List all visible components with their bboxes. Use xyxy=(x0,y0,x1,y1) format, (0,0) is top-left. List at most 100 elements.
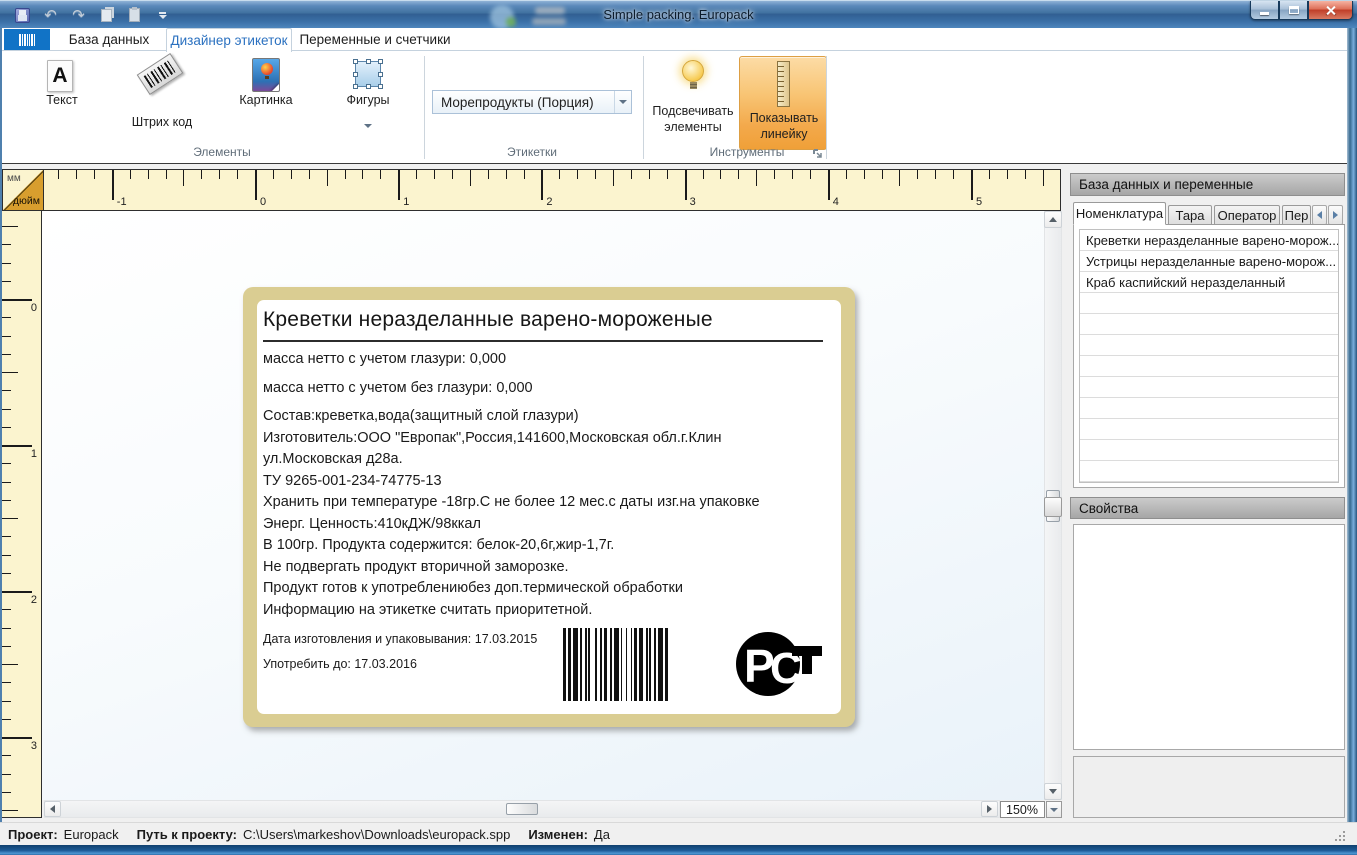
horizontal-ruler: -1012345 xyxy=(44,169,1061,211)
close-icon xyxy=(1325,5,1336,16)
status-bar: Проект: Europack Путь к проекту: C:\User… xyxy=(0,822,1357,845)
tab-database[interactable]: База данных xyxy=(55,28,163,51)
properties-panel xyxy=(1073,524,1345,750)
label-body-text[interactable]: Состав:креветка,вода(защитный слой глазу… xyxy=(263,406,760,621)
properties-header: Свойства xyxy=(1070,497,1345,519)
rst-certification-logo[interactable]: Р С xyxy=(735,630,825,698)
label-template-value: Морепродукты (Порция) xyxy=(433,95,614,110)
text-element-icon: A xyxy=(47,60,73,92)
unit-inch-label: дюйм xyxy=(13,195,40,207)
expiry-date-line[interactable]: Употребить до: 17.03.2016 xyxy=(263,657,417,671)
list-item-empty[interactable] xyxy=(1080,356,1338,377)
arrow-down-icon xyxy=(1049,789,1057,794)
list-item-empty[interactable] xyxy=(1080,335,1338,356)
net-weight-no-glaze-line[interactable]: масса нетто с учетом без глазури: 0,000 xyxy=(263,380,533,396)
group-separator xyxy=(424,56,425,159)
barcode-button-label: Штрих код xyxy=(120,115,204,129)
vertical-ruler: 0123 xyxy=(2,211,42,818)
group-separator xyxy=(826,56,827,159)
maximize-icon xyxy=(1289,6,1299,14)
group-label-labels: Этикетки xyxy=(472,145,592,159)
label-inner-area: Креветки неразделанные варено-мороженые … xyxy=(257,300,841,714)
list-item[interactable]: Креветки неразделанные варено-морож... xyxy=(1080,230,1338,251)
list-item-empty[interactable] xyxy=(1080,461,1338,482)
label-preview[interactable]: Креветки неразделанные варено-мороженые … xyxy=(243,287,855,727)
project-value: Europack xyxy=(64,827,119,842)
list-item[interactable]: Краб каспийский неразделанный xyxy=(1080,272,1338,293)
shapes-element-icon xyxy=(355,61,381,87)
title-underline xyxy=(263,340,823,342)
group-label-tools: Инструменты xyxy=(687,145,807,159)
picture-button-label: Картинка xyxy=(234,93,298,107)
group-label-elements: Элементы xyxy=(152,145,292,159)
tab-variables-counters[interactable]: Переменные и счетчики xyxy=(294,28,456,51)
chevron-down-icon xyxy=(1050,808,1058,812)
panel-tab-nomenclature[interactable]: Номенклатура xyxy=(1073,202,1166,225)
panel-bottom-placeholder xyxy=(1073,756,1345,818)
production-date-line[interactable]: Дата изготовления и упаковывания: 17.03.… xyxy=(263,632,537,646)
scroll-up-button[interactable] xyxy=(1044,211,1062,228)
ribbon-tab-row: База данных Дизайнер этикеток Переменные… xyxy=(2,28,1347,51)
design-canvas[interactable]: Креветки неразделанные варено-мороженые … xyxy=(42,211,1044,800)
list-item-empty[interactable] xyxy=(1080,293,1338,314)
arrow-right-icon xyxy=(1333,211,1338,219)
ribbon: A Текст Штрих код Картинка Фигуры Морепр… xyxy=(2,51,1347,164)
minimize-button[interactable] xyxy=(1250,1,1279,20)
title-bar: ↶ ↷ Simple packing. Europack xyxy=(0,0,1357,28)
text-button-label: Текст xyxy=(30,93,94,107)
chevron-down-icon[interactable] xyxy=(364,124,372,128)
scroll-left-button[interactable] xyxy=(44,801,61,817)
list-item-empty[interactable] xyxy=(1080,398,1338,419)
scroll-right-button[interactable] xyxy=(981,801,998,817)
unit-mm-label: мм xyxy=(7,173,21,184)
application-window: ↶ ↷ Simple packing. Europack База данных… xyxy=(0,0,1357,855)
zoom-dropdown-button[interactable] xyxy=(1046,801,1062,818)
label-template-combobox[interactable]: Морепродукты (Порция) xyxy=(432,90,632,114)
resize-grip[interactable] xyxy=(1335,831,1345,841)
list-item-empty[interactable] xyxy=(1080,440,1338,461)
panel-tab-overflow[interactable]: Пер xyxy=(1282,205,1311,225)
arrow-right-icon xyxy=(987,805,992,813)
picture-element-icon xyxy=(252,58,280,92)
zoom-level-value[interactable]: 150% xyxy=(1000,801,1045,818)
arrow-left-icon xyxy=(1317,211,1322,219)
app-menu-button[interactable] xyxy=(4,29,50,51)
window-title: Simple packing. Europack xyxy=(0,7,1357,22)
panel-tab-tara[interactable]: Тара xyxy=(1168,205,1212,225)
highlight-elements-label: Подсвечиватьэлементы xyxy=(643,103,743,135)
barcode[interactable] xyxy=(563,628,668,701)
ruler-icon xyxy=(777,61,790,107)
lightbulb-icon xyxy=(682,60,704,82)
list-item-empty[interactable] xyxy=(1080,419,1338,440)
arrow-up-icon xyxy=(1049,217,1057,222)
arrow-left-icon xyxy=(50,805,55,813)
maximize-button[interactable] xyxy=(1279,1,1308,20)
tab-scroll-right-button[interactable] xyxy=(1328,205,1343,225)
list-item[interactable]: Устрицы неразделанные варено-морож... xyxy=(1080,251,1338,272)
tab-label-designer[interactable]: Дизайнер этикеток xyxy=(166,28,292,52)
project-label: Проект: xyxy=(8,827,58,842)
ruler-unit-corner[interactable]: мм дюйм xyxy=(2,169,44,211)
database-variables-header: База данных и переменные xyxy=(1070,173,1345,196)
label-title-text[interactable]: Креветки неразделанные варено-мороженые xyxy=(263,308,713,332)
window-controls xyxy=(1250,1,1353,20)
project-path-label: Путь к проекту: xyxy=(137,827,237,842)
modified-value: Да xyxy=(594,827,610,842)
panel-splitter-button[interactable] xyxy=(1044,497,1062,517)
horizontal-scrollbar-thumb[interactable] xyxy=(506,803,538,815)
window-bottom-border xyxy=(0,845,1357,855)
scroll-down-button[interactable] xyxy=(1044,783,1062,800)
list-item-empty[interactable] xyxy=(1080,314,1338,335)
barcode-element-icon xyxy=(137,53,184,95)
dialog-launcher-icon[interactable] xyxy=(812,147,824,159)
ribbon-button-show-ruler[interactable]: Показыватьлинейку xyxy=(739,56,827,150)
list-item-empty[interactable] xyxy=(1080,377,1338,398)
panel-tab-operator[interactable]: Оператор xyxy=(1214,205,1280,225)
window-right-border xyxy=(1347,28,1357,822)
tab-scroll-left-button[interactable] xyxy=(1312,205,1327,225)
combobox-dropdown-button[interactable] xyxy=(614,91,631,113)
close-button[interactable] xyxy=(1308,1,1353,20)
nomenclature-list: Креветки неразделанные варено-морож... У… xyxy=(1079,229,1339,483)
project-path-value: C:\Users\markeshov\Downloads\europack.sp… xyxy=(243,827,510,842)
net-weight-line[interactable]: масса нетто с учетом глазури: 0,000 xyxy=(263,351,506,367)
